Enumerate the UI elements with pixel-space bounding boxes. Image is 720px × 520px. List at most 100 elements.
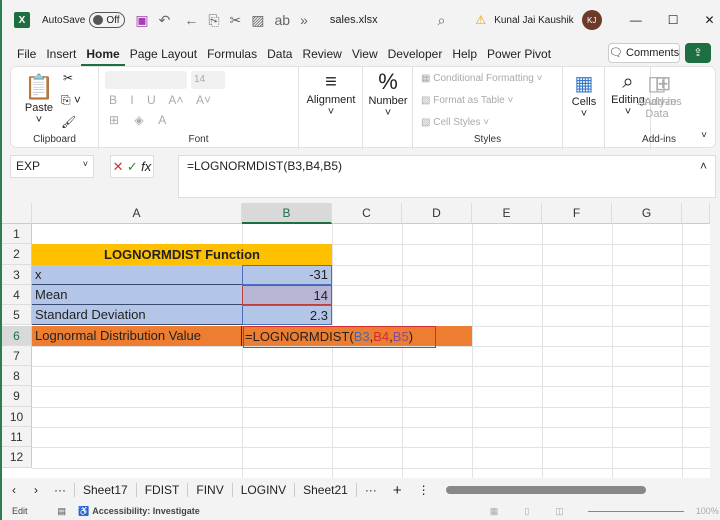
cut-icon[interactable]: ✂	[63, 71, 73, 85]
more-sheets-icon[interactable]: ···	[357, 483, 385, 497]
accessibility-status[interactable]: Accessibility: Investigate	[92, 506, 200, 516]
row-header-12[interactable]: 12	[2, 447, 32, 468]
tab-data[interactable]: Data	[262, 42, 297, 66]
maximize-button[interactable]: ☐	[668, 13, 679, 27]
close-button[interactable]: ✕	[704, 13, 714, 27]
column-header-e[interactable]: E	[472, 203, 542, 224]
options-icon[interactable]: ⋮	[410, 483, 438, 497]
sheet-tab[interactable]: Sheet21	[295, 483, 357, 497]
sheet-tab[interactable]: FDIST	[137, 483, 189, 497]
analyze-data-button[interactable]: ◫ Analyze Data	[633, 71, 681, 120]
alignment-button[interactable]: ≡ Alignment ˅	[299, 71, 363, 118]
tab-page-layout[interactable]: Page Layout	[125, 42, 202, 66]
cell-b5[interactable]: 2.3	[242, 305, 332, 326]
next-sheet-icon[interactable]: ›	[26, 483, 46, 497]
row-header-11[interactable]: 11	[2, 427, 32, 448]
tab-developer[interactable]: Developer	[383, 42, 448, 66]
row-header-5[interactable]: 5	[2, 305, 32, 326]
column-header-extra[interactable]	[682, 203, 710, 224]
row-header-10[interactable]: 10	[2, 406, 32, 427]
spelling-icon[interactable]: ab	[275, 12, 291, 28]
tab-home[interactable]: Home	[81, 42, 125, 66]
row-header-8[interactable]: 8	[2, 366, 32, 387]
tab-formulas[interactable]: Formulas	[202, 42, 262, 66]
row-header-7[interactable]: 7	[2, 345, 32, 367]
cell-a5[interactable]: Standard Deviation	[32, 305, 242, 326]
number-button[interactable]: % Number ˅	[363, 69, 413, 119]
page-layout-icon[interactable]: ▯	[524, 506, 529, 517]
cell-b4[interactable]: 14	[242, 284, 332, 306]
sheet-tab[interactable]: Sheet17	[75, 483, 137, 497]
page-break-icon[interactable]: ◫	[555, 506, 564, 517]
tab-insert[interactable]: Insert	[41, 42, 81, 66]
format-painter-icon[interactable]: 🖌	[61, 115, 76, 129]
save-icon[interactable]: ▣	[135, 12, 148, 29]
prev-sheet-icon[interactable]: ‹	[2, 483, 26, 497]
row-header-4[interactable]: 4	[2, 284, 32, 306]
undo-icon[interactable]: ↶	[159, 12, 171, 29]
macro-icon[interactable]: ▤	[58, 506, 67, 517]
cell-b3[interactable]: -31	[242, 264, 332, 285]
row-header-1[interactable]: 1	[2, 224, 32, 245]
gridline	[612, 224, 613, 478]
enter-icon[interactable]: ✓	[127, 159, 138, 175]
minimize-button[interactable]: —	[630, 13, 642, 27]
zoom-level[interactable]: 100%	[696, 506, 719, 516]
column-header-d[interactable]: D	[402, 203, 472, 224]
font-format-buttons[interactable]: B I U A˄ A˅	[109, 93, 211, 107]
autosave-toggle[interactable]: Off	[89, 12, 126, 28]
avatar[interactable]: KJ	[581, 10, 602, 30]
column-header-b[interactable]: B	[242, 203, 332, 224]
column-header-a[interactable]: A	[32, 203, 242, 224]
cut-icon[interactable]: ✂	[230, 12, 242, 29]
sheet-tab[interactable]: LOGINV	[233, 483, 296, 497]
row-header-2[interactable]: 2	[2, 244, 32, 265]
tab-file[interactable]: File	[12, 42, 41, 66]
cancel-icon[interactable]: ✕	[113, 159, 124, 175]
cell-a4[interactable]: Mean	[32, 284, 242, 306]
conditional-formatting-button[interactable]: ▦ Conditional Formatting ˅	[421, 73, 542, 84]
select-all[interactable]	[2, 203, 32, 224]
picture-icon[interactable]: ▨	[251, 12, 264, 29]
search-icon[interactable]: ⌕	[438, 12, 446, 29]
sheet-tab[interactable]: FINV	[188, 483, 233, 497]
font-size-select[interactable]: 14	[191, 71, 225, 89]
title-cell[interactable]: LOGNORMDIST Function	[32, 244, 332, 265]
add-sheet-button[interactable]: +	[385, 482, 410, 499]
format-as-table-button[interactable]: ▧ Format as Table ˅	[421, 95, 513, 106]
tab-view[interactable]: View	[347, 42, 383, 66]
copy-icon[interactable]: ⎘ ˅	[61, 93, 81, 108]
cell-b6-editing[interactable]: =LOGNORMDIST(B3, B4, B5)	[243, 325, 436, 348]
cell-styles-button[interactable]: ▧ Cell Styles ˅	[421, 117, 489, 128]
copy-icon[interactable]: ⎘	[208, 12, 219, 29]
row-header-6[interactable]: 6	[2, 325, 32, 346]
cell-a3[interactable]: x	[32, 264, 242, 285]
row-header-9[interactable]: 9	[2, 386, 32, 407]
row-header-3[interactable]: 3	[2, 264, 32, 285]
cells-button[interactable]: ▦ Cells ˅	[563, 71, 605, 120]
back-icon[interactable]: ←	[184, 12, 198, 28]
more-sheets-icon[interactable]: ···	[46, 483, 75, 497]
tab-help[interactable]: Help	[447, 42, 482, 66]
column-header-f[interactable]: F	[542, 203, 612, 224]
font-name-select[interactable]	[105, 71, 187, 89]
collapse-ribbon-icon[interactable]: ˅	[701, 130, 707, 141]
normal-view-icon[interactable]: ▦	[490, 506, 499, 517]
zoom-slider[interactable]	[587, 510, 684, 512]
more-icon[interactable]: »	[300, 12, 308, 28]
tab-review[interactable]: Review	[297, 42, 346, 66]
cell-a6[interactable]: Lognormal Distribution Value	[32, 325, 242, 346]
name-box[interactable]: EXP ˅	[10, 155, 94, 178]
paste-button[interactable]: 📋 Paste ˅	[19, 73, 59, 126]
spreadsheet-grid[interactable]: A B C D E F G 1 2 3 4 5 6 7 8 9 10 11 12 LOGNORMDIST Functi…	[2, 203, 710, 478]
tab-power-pivot[interactable]: Power Pivot	[482, 42, 556, 66]
column-header-c[interactable]: C	[332, 203, 402, 224]
column-header-g[interactable]: G	[612, 203, 682, 224]
fx-icon[interactable]: fx	[141, 159, 151, 174]
file-name[interactable]: sales.xlsx	[330, 14, 378, 26]
horizontal-scrollbar[interactable]	[445, 486, 646, 494]
comments-button[interactable]: 🗨 Comments	[608, 43, 680, 63]
border-fill-color-buttons[interactable]: ⊞ ◈ A	[109, 113, 166, 127]
share-button[interactable]: ⇪	[685, 43, 711, 63]
formula-input[interactable]: =LOGNORMDIST(B3,B4,B5) ˄	[178, 155, 716, 198]
